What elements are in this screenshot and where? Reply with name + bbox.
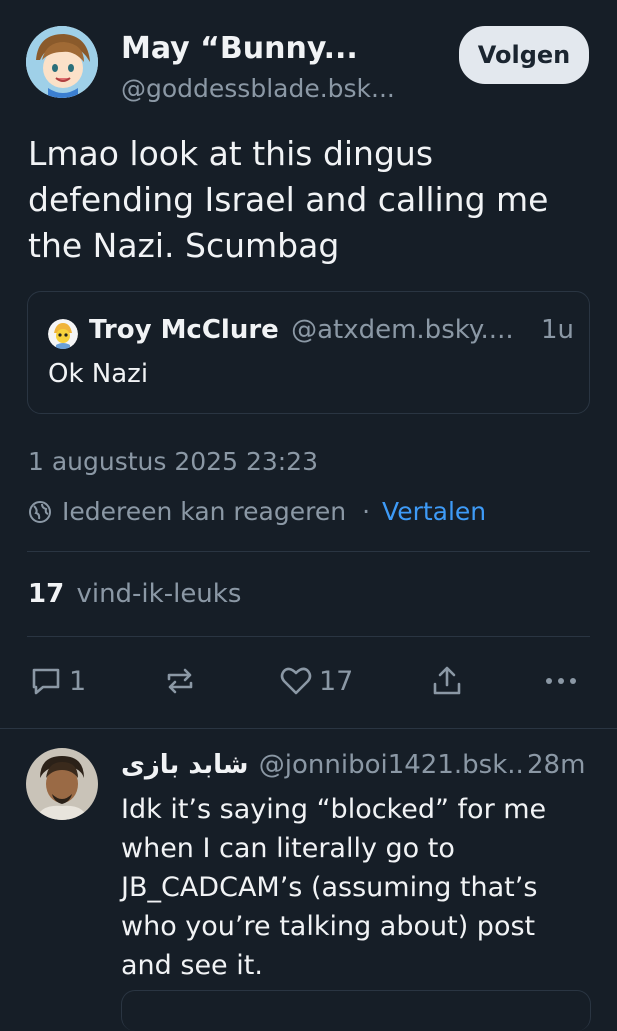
reply-icon bbox=[29, 664, 63, 698]
like-button[interactable]: 17 bbox=[279, 664, 353, 698]
quote-author-avatar bbox=[48, 319, 78, 349]
share-button[interactable] bbox=[430, 664, 464, 698]
reply-author-name[interactable]: شابد بازی bbox=[121, 750, 249, 780]
author-handle[interactable]: @goddessblade.bsk... bbox=[121, 74, 395, 103]
likes-label: vind-ik-leuks bbox=[76, 579, 242, 609]
divider bbox=[27, 636, 590, 637]
reply-button[interactable]: 1 bbox=[29, 664, 86, 698]
more-icon bbox=[543, 664, 579, 698]
reply-setting-row: Iedereen kan reageren · Vertalen bbox=[28, 497, 486, 526]
quote-author-handle: @atxdem.bsky.... bbox=[291, 315, 514, 345]
repost-icon bbox=[163, 664, 197, 698]
heart-icon bbox=[279, 664, 313, 698]
embedded-card[interactable] bbox=[121, 990, 591, 1031]
quoted-post-card[interactable]: Troy McClure @atxdem.bsky.... 1u Ok Nazi bbox=[27, 291, 590, 414]
reply-setting-label[interactable]: Iedereen kan reageren bbox=[62, 497, 346, 526]
reply-text: Idk it’s saying “blocked” for me when I … bbox=[121, 794, 547, 981]
divider bbox=[0, 728, 617, 729]
quote-text: Ok Nazi bbox=[48, 359, 149, 389]
globe-icon bbox=[28, 500, 52, 524]
translate-link[interactable]: Vertalen bbox=[382, 497, 486, 526]
share-icon bbox=[430, 664, 464, 698]
likes-count: 17 bbox=[28, 579, 65, 609]
likes-summary[interactable]: 17 vind-ik-leuks bbox=[28, 579, 241, 609]
dot-separator: · bbox=[362, 497, 371, 526]
reply-time: 28m bbox=[527, 750, 586, 780]
quote-author-name: Troy McClure bbox=[89, 315, 279, 345]
reply-author-handle[interactable]: @jonniboi1421.bsk.. bbox=[259, 750, 524, 780]
divider bbox=[27, 551, 590, 552]
post-timestamp[interactable]: 1 augustus 2025 23:23 bbox=[28, 447, 318, 476]
author-avatar[interactable] bbox=[26, 26, 98, 98]
more-options-button[interactable] bbox=[543, 664, 579, 698]
reply-author-avatar[interactable] bbox=[26, 748, 98, 820]
reply-count: 1 bbox=[69, 665, 87, 697]
follow-button[interactable]: Volgen bbox=[459, 26, 589, 84]
like-count: 17 bbox=[319, 665, 354, 697]
post-text: Lmao look at this dingus defending Israe… bbox=[28, 134, 549, 265]
repost-button[interactable] bbox=[163, 664, 197, 698]
author-name[interactable]: May “Bunny... bbox=[121, 31, 358, 66]
quote-time: 1u bbox=[541, 315, 575, 345]
